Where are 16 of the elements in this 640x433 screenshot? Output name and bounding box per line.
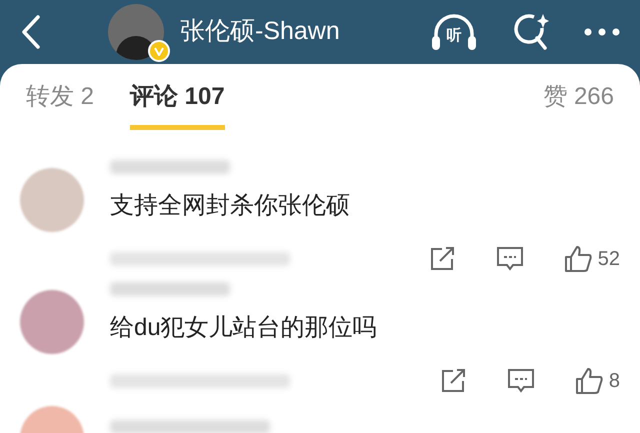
back-icon[interactable] xyxy=(20,14,42,50)
more-icon[interactable] xyxy=(584,28,620,36)
profile-name: 张伦硕-Shawn xyxy=(180,16,340,48)
share-icon[interactable] xyxy=(430,247,456,271)
listen-button[interactable]: 听 xyxy=(430,12,478,52)
comment-icon[interactable] xyxy=(506,368,535,394)
comment-text: 给du犯女儿站台的那位吗 xyxy=(110,313,378,343)
tab[interactable]: 评论 107 xyxy=(130,79,225,130)
tab[interactable]: 转发 2 xyxy=(26,79,94,130)
like-button[interactable]: 8 xyxy=(574,366,620,396)
tab[interactable]: 赞 266 xyxy=(543,79,614,130)
like-button[interactable]: 52 xyxy=(564,244,620,274)
comment-icon[interactable] xyxy=(496,246,524,272)
comment-text: 支持全网封杀你张伦硕 xyxy=(110,191,351,221)
share-icon[interactable] xyxy=(440,369,467,393)
search-icon[interactable] xyxy=(512,12,550,52)
